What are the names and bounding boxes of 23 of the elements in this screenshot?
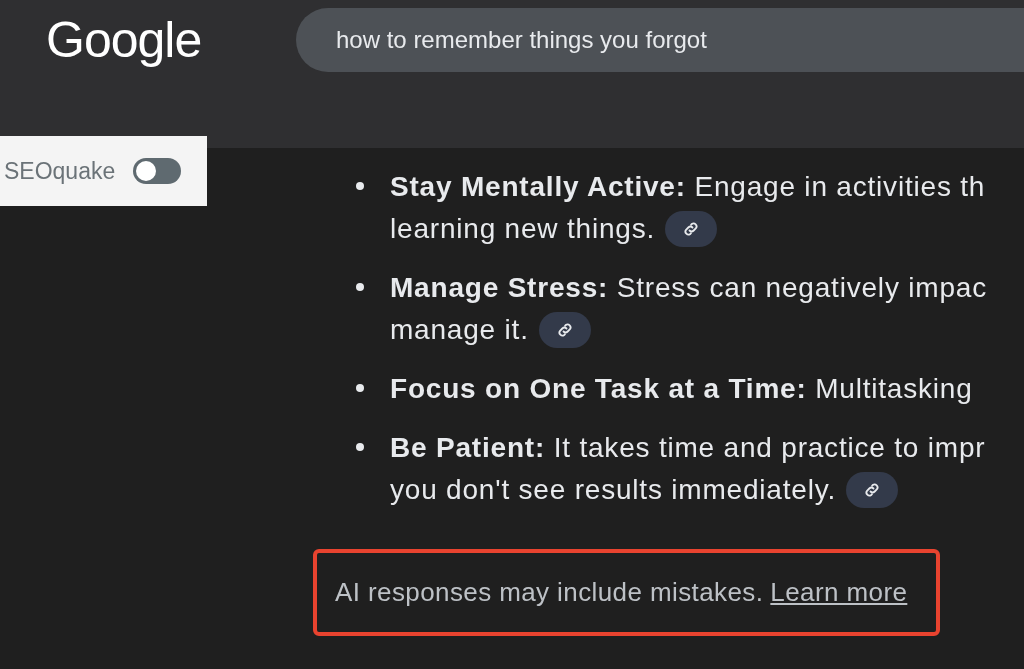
disclaimer-text: AI responses may include mistakes. bbox=[335, 577, 764, 608]
bullet-text: learning new things. bbox=[390, 212, 656, 246]
citation-button[interactable] bbox=[846, 472, 898, 508]
bullet-text: manage it. bbox=[390, 313, 529, 347]
citation-button[interactable] bbox=[665, 211, 718, 247]
bullet-icon bbox=[356, 283, 364, 291]
link-icon bbox=[555, 321, 574, 339]
bullet-text: Focus on One Task at a Time: Multitasking bbox=[390, 372, 973, 406]
bullet-text: Manage Stress: Stress can negatively impac bbox=[390, 271, 987, 305]
bullet-text: Stay Mentally Active: Engage in activities th bbox=[390, 170, 986, 204]
link-icon bbox=[682, 220, 701, 238]
extension-label: SEOquake bbox=[4, 157, 116, 185]
link-icon bbox=[863, 481, 881, 499]
bullet-text: Be Patient: It takes time and practice to impr bbox=[390, 431, 986, 465]
toggle-switch[interactable] bbox=[133, 158, 182, 184]
learn-more-link[interactable]: Learn more bbox=[770, 577, 908, 608]
bullet-text: you don't see results immediately. bbox=[390, 473, 836, 507]
logo[interactable]: Google bbox=[0, 8, 296, 72]
bullet-icon bbox=[356, 384, 364, 392]
citation-button[interactable] bbox=[538, 312, 591, 348]
bullet-icon bbox=[356, 182, 364, 190]
bullet-icon bbox=[356, 443, 364, 451]
search-field[interactable]: how to remember things you forgot bbox=[296, 8, 1024, 72]
